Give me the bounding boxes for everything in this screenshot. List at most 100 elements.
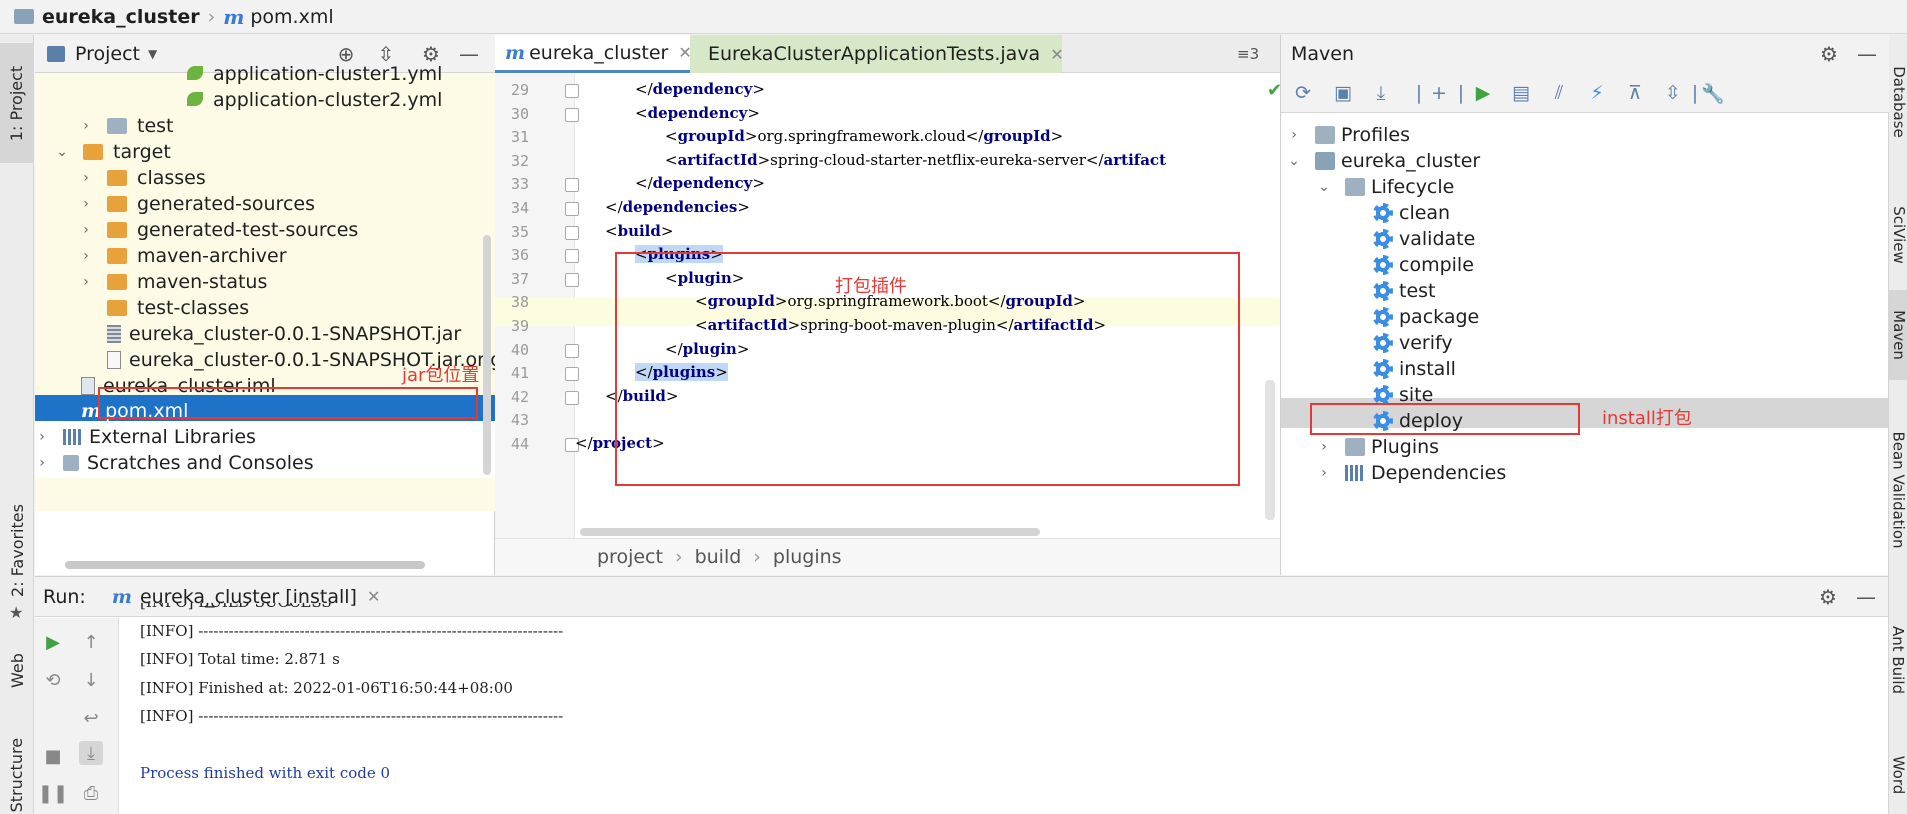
folder-icon	[107, 169, 127, 186]
code-token: </	[965, 127, 984, 146]
add-icon[interactable]: +	[1427, 81, 1451, 105]
crumb-project[interactable]: project	[597, 546, 663, 568]
tab-tests-java[interactable]: EurekaClusterApplicationTests.java ✕	[690, 35, 1064, 73]
code-token: >	[660, 221, 674, 240]
tool-tab-favorites[interactable]: 2: Favorites	[0, 495, 34, 605]
code-token: </	[635, 80, 653, 98]
fold-marker-icon[interactable]	[565, 225, 579, 240]
tool-tab-sciview[interactable]: SciView	[1889, 185, 1907, 285]
project-view-title[interactable]: Project	[75, 43, 140, 65]
fold-marker-icon[interactable]	[565, 107, 579, 122]
folder-icon	[107, 195, 127, 212]
maven-tree-item[interactable]: › Dependencies	[1317, 457, 1506, 488]
tool-tab-maven[interactable]: Maven	[1889, 290, 1907, 380]
chevron-down-icon[interactable]: ⌄	[1287, 153, 1301, 169]
tab-overflow-indicator[interactable]: ≡3	[1237, 45, 1259, 63]
fold-marker-icon[interactable]	[565, 202, 579, 216]
goal-gear-icon	[1373, 202, 1393, 223]
wrench-icon[interactable]: 🔧	[1701, 81, 1725, 105]
tree-item[interactable]: application-cluster2.yml	[185, 84, 442, 115]
execute-goal-icon[interactable]: ▤	[1509, 81, 1533, 105]
fold-marker-icon[interactable]	[565, 249, 579, 264]
generate-sources-icon[interactable]: ▣	[1331, 81, 1355, 105]
code-token: <	[665, 150, 678, 169]
chevron-right-icon[interactable]: ›	[79, 222, 93, 238]
line-number: 36	[510, 246, 529, 265]
minimize-icon[interactable]: —	[1856, 42, 1878, 66]
gear-icon[interactable]: ⚙	[1818, 42, 1840, 66]
reload-icon[interactable]: ⟳	[1291, 81, 1315, 105]
chevron-right-icon[interactable]: ›	[35, 455, 49, 471]
rerun-failed-icon[interactable]: ⟲	[41, 668, 65, 692]
chevron-right-icon[interactable]: ›	[79, 274, 93, 290]
code-token: </	[575, 434, 593, 452]
close-icon[interactable]: ✕	[1050, 45, 1063, 64]
close-icon[interactable]: ✕	[367, 587, 380, 606]
chevron-down-icon[interactable]: ⌄	[55, 144, 69, 160]
crumb-plugins[interactable]: plugins	[773, 546, 842, 568]
rerun-icon[interactable]: ▶	[41, 630, 65, 654]
code-token: >	[744, 127, 758, 146]
fold-marker-icon[interactable]	[565, 390, 579, 405]
crumb-build[interactable]: build	[695, 546, 742, 568]
navigation-breadcrumb: eureka_cluster › m pom.xml	[0, 0, 1907, 34]
fold-marker-icon[interactable]	[565, 367, 579, 382]
tool-tab-ant-build[interactable]: Ant Build	[1889, 605, 1907, 715]
print-icon[interactable]: ⎙	[79, 781, 103, 805]
tool-tab-database[interactable]: Database	[1889, 47, 1907, 157]
code-token: dependency	[652, 174, 753, 193]
tab-pom-xml[interactable]: m eureka_cluster ✕	[495, 35, 692, 73]
scroll-down-icon[interactable]: ↓	[79, 668, 103, 692]
tool-tab-bean-validation[interactable]: Bean Validation	[1889, 405, 1907, 575]
fold-marker-icon[interactable]	[565, 272, 579, 287]
minimize-icon[interactable]: —	[1855, 585, 1877, 609]
scroll-to-end-icon[interactable]: ⤓	[79, 741, 103, 765]
tree-item[interactable]: › Scratches and Consoles	[35, 447, 495, 478]
tool-tab-project[interactable]: 1: Project	[0, 43, 34, 163]
show-dependencies-icon[interactable]: ⊼	[1623, 81, 1647, 105]
line-number: 30	[510, 104, 529, 123]
code-token: groupId	[983, 127, 1051, 146]
collapse-icon[interactable]: ⇳	[1661, 81, 1685, 105]
run-icon[interactable]: ▶	[1471, 81, 1495, 105]
library-icon	[63, 428, 83, 445]
chevron-right-icon[interactable]: ›	[1287, 127, 1301, 143]
stop-icon[interactable]: ■	[41, 744, 65, 768]
chevron-right-icon[interactable]: ›	[79, 118, 93, 134]
code-token: >	[752, 80, 765, 98]
file-icon	[107, 350, 121, 369]
pause-icon[interactable]: ❚❚	[38, 781, 68, 805]
soft-wrap-icon[interactable]: ↩	[79, 706, 103, 730]
fold-marker-icon[interactable]	[565, 343, 579, 358]
chevron-down-icon[interactable]: ⌄	[1317, 179, 1331, 195]
toggle-offline-icon[interactable]: ⫽	[1547, 81, 1571, 105]
download-icon[interactable]: ⤓	[1369, 81, 1393, 105]
chevron-right-icon[interactable]: ›	[1317, 439, 1331, 455]
code-token: dependencies	[622, 198, 738, 216]
minimize-icon[interactable]: —	[458, 42, 480, 66]
chevron-down-icon[interactable]: ▼	[148, 47, 157, 61]
star-icon: ★	[9, 603, 24, 622]
line-number: 35	[510, 222, 529, 241]
run-panel-header: Run: m eureka_cluster [install] ✕ ⚙ —	[35, 577, 1888, 617]
editor-hscrollbar[interactable]	[580, 528, 1040, 536]
horizontal-scrollbar[interactable]	[65, 561, 425, 569]
gear-icon[interactable]: ⚙	[1817, 585, 1839, 609]
skip-tests-icon[interactable]: ⚡	[1585, 81, 1609, 105]
tool-tab-word[interactable]: Word	[1889, 735, 1907, 814]
editor-scrollbar[interactable]	[1265, 380, 1275, 520]
chevron-right-icon[interactable]: ›	[79, 248, 93, 264]
tool-tab-structure[interactable]: 7: Structure	[0, 730, 34, 814]
tool-tab-web[interactable]: Web	[0, 640, 34, 700]
fold-marker-icon[interactable]	[565, 84, 579, 98]
chevron-right-icon[interactable]: ›	[79, 196, 93, 212]
vertical-scrollbar[interactable]	[483, 235, 491, 475]
chevron-right-icon[interactable]: ›	[35, 429, 49, 445]
chevron-right-icon[interactable]: ›	[1317, 465, 1331, 481]
maven-file-icon: m	[111, 585, 132, 608]
fold-marker-icon[interactable]	[565, 178, 579, 193]
breadcrumb-project[interactable]: eureka_cluster	[42, 6, 200, 28]
breadcrumb-file[interactable]: pom.xml	[250, 6, 333, 28]
scroll-up-icon[interactable]: ↑	[79, 630, 103, 654]
chevron-right-icon[interactable]: ›	[79, 170, 93, 186]
